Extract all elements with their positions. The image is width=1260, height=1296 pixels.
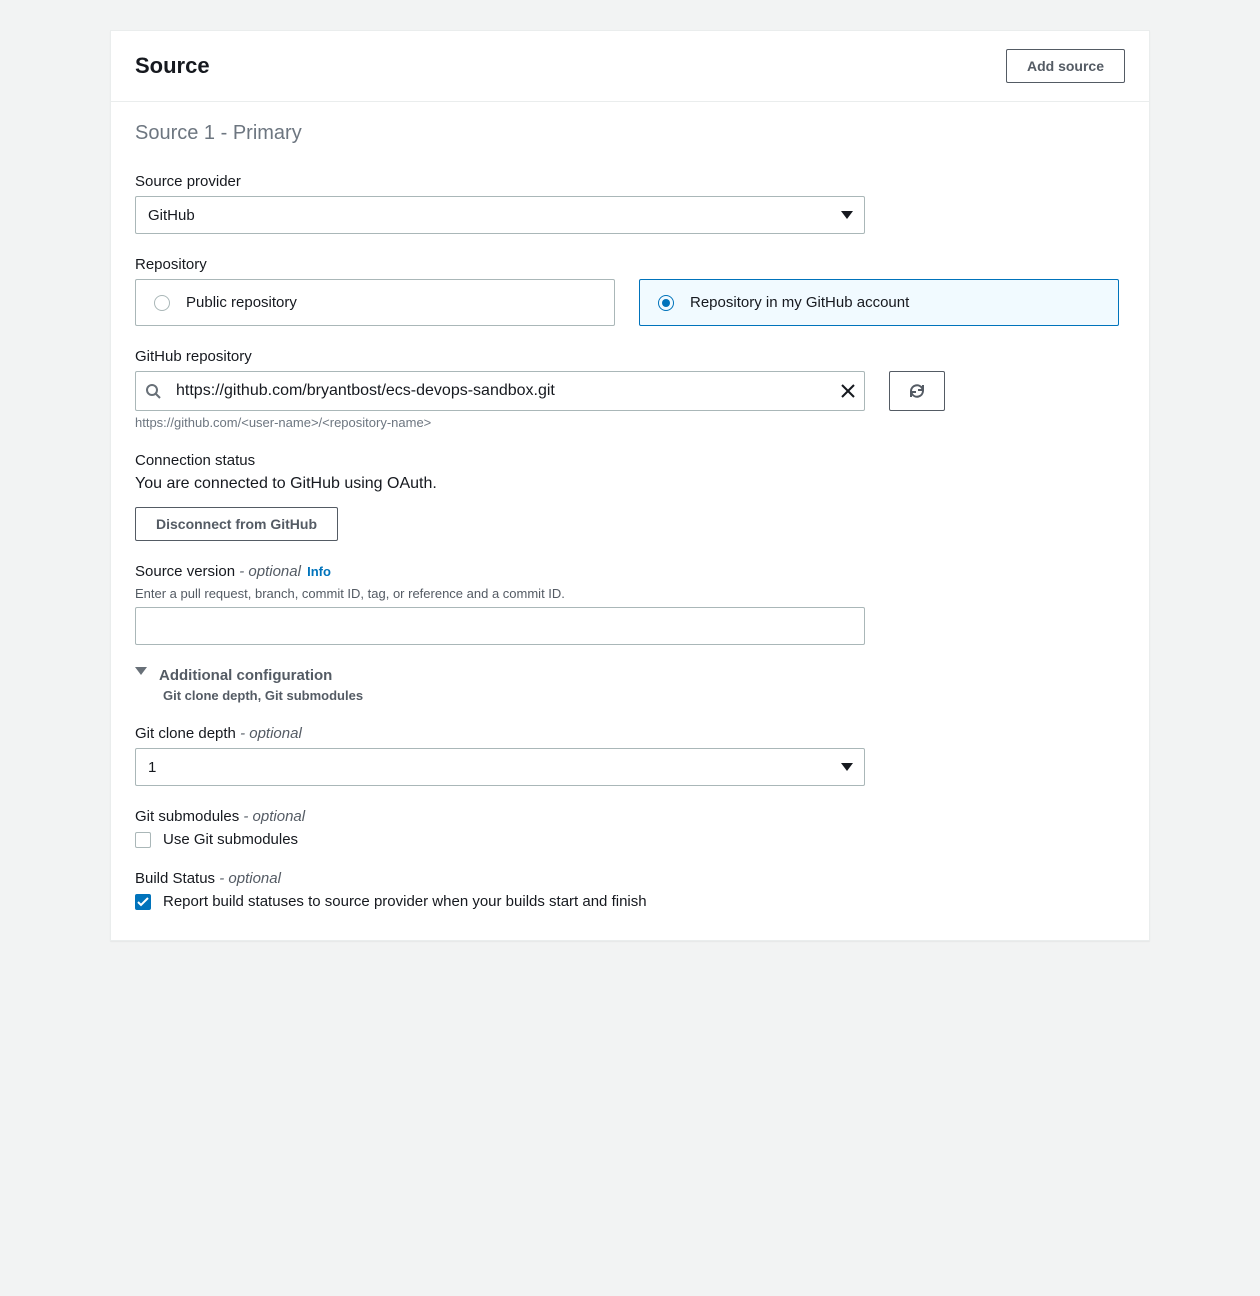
connection-text: You are connected to GitHub using OAuth. (135, 475, 1125, 493)
source-panel: Source Add source Source 1 - Primary Sou… (110, 30, 1150, 941)
github-repo-field: GitHub repository (135, 348, 1125, 430)
git-clone-depth-label: Git clone depth - optional (135, 725, 1125, 742)
github-repo-hint: https://github.com/<user-name>/<reposito… (135, 415, 1125, 430)
source-provider-value: GitHub (135, 196, 865, 234)
additional-config-toggle[interactable]: Additional configuration (135, 667, 1125, 684)
git-clone-depth-value: 1 (135, 748, 865, 786)
source-provider-label: Source provider (135, 173, 1125, 190)
github-repo-input[interactable] (135, 371, 865, 411)
repository-options: Public repository Repository in my GitHu… (135, 279, 1119, 326)
repo-option-my-account[interactable]: Repository in my GitHub account (639, 279, 1119, 326)
search-icon (145, 383, 161, 399)
build-status-checkbox[interactable] (135, 894, 151, 910)
source-provider-field: Source provider GitHub (135, 173, 1125, 234)
source-version-desc: Enter a pull request, branch, commit ID,… (135, 586, 1125, 601)
source-version-field: Source version - optional Info Enter a p… (135, 563, 1125, 645)
source-provider-select[interactable]: GitHub (135, 196, 865, 234)
github-repo-label: GitHub repository (135, 348, 1125, 365)
refresh-button[interactable] (889, 371, 945, 411)
git-submodules-checkbox[interactable] (135, 832, 151, 848)
connection-label: Connection status (135, 452, 1125, 469)
panel-title: Source (135, 53, 210, 79)
source-version-label: Source version - optional Info (135, 563, 1125, 580)
build-status-checkbox-label: Report build statuses to source provider… (163, 893, 647, 910)
git-clone-depth-field: Git clone depth - optional 1 (135, 725, 1125, 786)
disconnect-button[interactable]: Disconnect from GitHub (135, 507, 338, 541)
git-submodules-field: Git submodules - optional Use Git submod… (135, 808, 1125, 848)
source-version-input[interactable] (135, 607, 865, 645)
repo-option-public[interactable]: Public repository (135, 279, 615, 326)
radio-icon (154, 295, 170, 311)
repository-label: Repository (135, 256, 1125, 273)
build-status-label: Build Status - optional (135, 870, 1125, 887)
build-status-field: Build Status - optional Report build sta… (135, 870, 1125, 910)
connection-field: Connection status You are connected to G… (135, 452, 1125, 541)
clear-icon[interactable] (841, 384, 855, 398)
git-submodules-checkbox-label: Use Git submodules (163, 831, 298, 848)
refresh-icon (908, 382, 926, 400)
repo-option-public-label: Public repository (186, 294, 297, 311)
additional-config-field: Additional configuration Git clone depth… (135, 667, 1125, 703)
info-link[interactable]: Info (307, 564, 331, 579)
additional-config-subtitle: Git clone depth, Git submodules (163, 688, 1125, 703)
additional-config-title: Additional configuration (159, 667, 332, 684)
radio-icon (658, 295, 674, 311)
repository-field: Repository Public repository Repository … (135, 256, 1125, 326)
caret-down-icon (135, 667, 147, 675)
panel-body: Source 1 - Primary Source provider GitHu… (111, 102, 1149, 940)
section-title: Source 1 - Primary (135, 122, 1125, 145)
add-source-button[interactable]: Add source (1006, 49, 1125, 83)
git-clone-depth-select[interactable]: 1 (135, 748, 865, 786)
panel-header: Source Add source (111, 31, 1149, 102)
repo-option-my-account-label: Repository in my GitHub account (690, 294, 909, 311)
git-submodules-label: Git submodules - optional (135, 808, 1125, 825)
